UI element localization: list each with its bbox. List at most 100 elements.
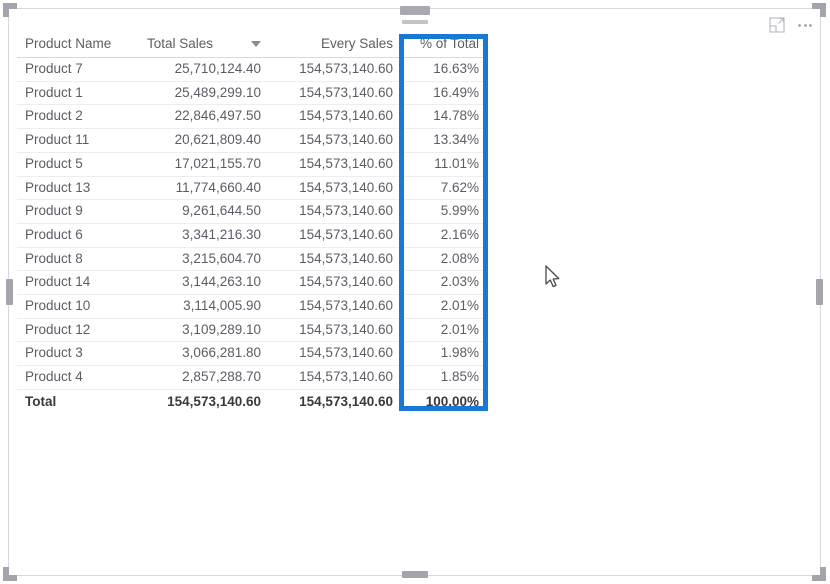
resize-handle-bottom-left[interactable] bbox=[3, 567, 17, 581]
row-percent-of-total: 2.01% bbox=[401, 294, 487, 319]
total-row-percent-of-total: 100.00% bbox=[401, 388, 487, 414]
row-total-sales: 25,489,299.10 bbox=[139, 81, 269, 106]
row-total-sales: 11,774,660.40 bbox=[139, 176, 269, 201]
row-every-sales: 154,573,140.60 bbox=[269, 270, 401, 296]
row-product-name: Product 3 bbox=[17, 341, 139, 367]
row-percent-of-total: 2.01% bbox=[401, 318, 487, 343]
row-total-sales: 25,710,124.40 bbox=[139, 57, 269, 82]
row-every-sales: 154,573,140.60 bbox=[269, 318, 401, 343]
total-row-label: Total bbox=[17, 388, 139, 414]
column-header-product-name[interactable]: Product Name bbox=[17, 31, 139, 58]
drag-handle-bar-secondary bbox=[401, 20, 428, 24]
row-percent-of-total: 1.98% bbox=[401, 341, 487, 367]
row-every-sales: 154,573,140.60 bbox=[269, 152, 401, 177]
table-region: Product Name Total Sales Every Sales % o… bbox=[17, 31, 487, 414]
row-product-name: Product 13 bbox=[17, 176, 139, 201]
row-total-sales: 3,144,263.10 bbox=[139, 270, 269, 296]
row-product-name: Product 2 bbox=[17, 104, 139, 130]
row-percent-of-total: 5.99% bbox=[401, 199, 487, 224]
row-percent-of-total: 14.78% bbox=[401, 104, 487, 130]
column-header-label: % of Total bbox=[419, 36, 479, 51]
resize-handle-middle-right[interactable] bbox=[816, 279, 823, 305]
table-row[interactable]: Product 1 25,489,299.10 154,573,140.60 16.4… bbox=[17, 81, 487, 106]
table-row[interactable]: Product 11 20,621,809.40 154,573,140.60 13.… bbox=[17, 128, 487, 153]
column-header-label: Total Sales bbox=[147, 36, 214, 51]
row-percent-of-total: 2.08% bbox=[401, 247, 487, 272]
table-row[interactable]: Product 7 25,710,124.40 154,573,140.60 16.6… bbox=[17, 57, 487, 82]
row-every-sales: 154,573,140.60 bbox=[269, 81, 401, 106]
table-row[interactable]: Product 6 3,341,216.30 154,573,140.60 2.16% bbox=[17, 223, 487, 248]
table-header: Product Name Total Sales Every Sales % o… bbox=[17, 31, 487, 58]
row-every-sales: 154,573,140.60 bbox=[269, 223, 401, 248]
row-every-sales: 154,573,140.60 bbox=[269, 341, 401, 367]
row-every-sales: 154,573,140.60 bbox=[269, 247, 401, 272]
table-row[interactable]: Product 3 3,066,281.80 154,573,140.60 1.98% bbox=[17, 341, 487, 367]
row-total-sales: 9,261,644.50 bbox=[139, 199, 269, 224]
table-header-row: Product Name Total Sales Every Sales % o… bbox=[17, 31, 487, 58]
row-every-sales: 154,573,140.60 bbox=[269, 294, 401, 319]
row-every-sales: 154,573,140.60 bbox=[269, 57, 401, 82]
total-row-every-sales: 154,573,140.60 bbox=[269, 388, 401, 414]
row-product-name: Product 7 bbox=[17, 57, 139, 82]
table-row[interactable]: Product 14 3,144,263.10 154,573,140.60 2.03… bbox=[17, 270, 487, 296]
row-product-name: Product 12 bbox=[17, 318, 139, 343]
table-total-row[interactable]: Total 154,573,140.60 154,573,140.60 100.… bbox=[17, 388, 487, 414]
table-row[interactable]: Product 9 9,261,644.50 154,573,140.60 5.99% bbox=[17, 199, 487, 224]
visual-header-actions bbox=[768, 13, 814, 37]
table-row[interactable]: Product 2 22,846,497.50 154,573,140.60 14.7… bbox=[17, 104, 487, 130]
row-product-name: Product 11 bbox=[17, 128, 139, 153]
table-row[interactable]: Product 12 3,109,289.10 154,573,140.60 2.01… bbox=[17, 318, 487, 343]
column-header-label: Every Sales bbox=[320, 36, 393, 51]
column-header-total-sales[interactable]: Total Sales bbox=[139, 31, 269, 58]
column-header-label: Product Name bbox=[25, 36, 112, 51]
row-product-name: Product 14 bbox=[17, 270, 139, 296]
row-every-sales: 154,573,140.60 bbox=[269, 199, 401, 224]
row-total-sales: 3,114,005.90 bbox=[139, 294, 269, 319]
row-percent-of-total: 11.01% bbox=[401, 152, 487, 177]
column-header-every-sales[interactable]: Every Sales bbox=[269, 31, 401, 58]
table-row[interactable]: Product 13 11,774,660.40 154,573,140.60 7.6… bbox=[17, 176, 487, 201]
row-product-name: Product 8 bbox=[17, 247, 139, 272]
row-percent-of-total: 2.03% bbox=[401, 270, 487, 296]
row-total-sales: 3,215,604.70 bbox=[139, 247, 269, 272]
row-product-name: Product 9 bbox=[17, 199, 139, 224]
resize-handle-middle-left[interactable] bbox=[6, 279, 13, 305]
drag-handle-bar-primary bbox=[399, 6, 430, 15]
row-product-name: Product 1 bbox=[17, 81, 139, 106]
table-visual-container[interactable]: Product Name Total Sales Every Sales % o… bbox=[3, 3, 826, 581]
row-every-sales: 154,573,140.60 bbox=[269, 176, 401, 201]
row-percent-of-total: 1.85% bbox=[401, 365, 487, 390]
sort-descending-icon[interactable] bbox=[251, 40, 261, 47]
resize-handle-bottom-center[interactable] bbox=[401, 571, 428, 578]
visual-drag-handle-top-center[interactable] bbox=[399, 6, 430, 24]
row-every-sales: 154,573,140.60 bbox=[269, 128, 401, 153]
table-row[interactable]: Product 4 2,857,288.70 154,573,140.60 1.85% bbox=[17, 365, 487, 390]
table-body: Product 7 25,710,124.40 154,573,140.60 16.6… bbox=[17, 57, 487, 390]
row-total-sales: 22,846,497.50 bbox=[139, 104, 269, 130]
row-total-sales: 17,021,155.70 bbox=[139, 152, 269, 177]
resize-handle-top-right[interactable] bbox=[812, 3, 826, 17]
row-product-name: Product 4 bbox=[17, 365, 139, 390]
row-percent-of-total: 16.63% bbox=[401, 57, 487, 82]
data-table: Product Name Total Sales Every Sales % o… bbox=[17, 31, 487, 414]
resize-handle-bottom-right[interactable] bbox=[812, 567, 826, 581]
row-percent-of-total: 2.16% bbox=[401, 223, 487, 248]
row-percent-of-total: 13.34% bbox=[401, 128, 487, 153]
row-total-sales: 3,341,216.30 bbox=[139, 223, 269, 248]
row-product-name: Product 10 bbox=[17, 294, 139, 319]
table-row[interactable]: Product 10 3,114,005.90 154,573,140.60 2.01… bbox=[17, 294, 487, 319]
table-row[interactable]: Product 5 17,021,155.70 154,573,140.60 11.0… bbox=[17, 152, 487, 177]
row-total-sales: 20,621,809.40 bbox=[139, 128, 269, 153]
row-total-sales: 3,066,281.80 bbox=[139, 341, 269, 367]
table-footer: Total 154,573,140.60 154,573,140.60 100.… bbox=[17, 388, 487, 414]
row-total-sales: 2,857,288.70 bbox=[139, 365, 269, 390]
resize-handle-top-left[interactable] bbox=[3, 3, 17, 17]
focus-mode-icon[interactable] bbox=[768, 16, 786, 34]
row-every-sales: 154,573,140.60 bbox=[269, 365, 401, 390]
row-product-name: Product 5 bbox=[17, 152, 139, 177]
table-row[interactable]: Product 8 3,215,604.70 154,573,140.60 2.08% bbox=[17, 247, 487, 272]
more-options-icon[interactable] bbox=[796, 16, 814, 34]
ellipsis-dots bbox=[798, 23, 812, 27]
column-header-percent-of-total[interactable]: % of Total bbox=[401, 31, 487, 58]
row-total-sales: 3,109,289.10 bbox=[139, 318, 269, 343]
